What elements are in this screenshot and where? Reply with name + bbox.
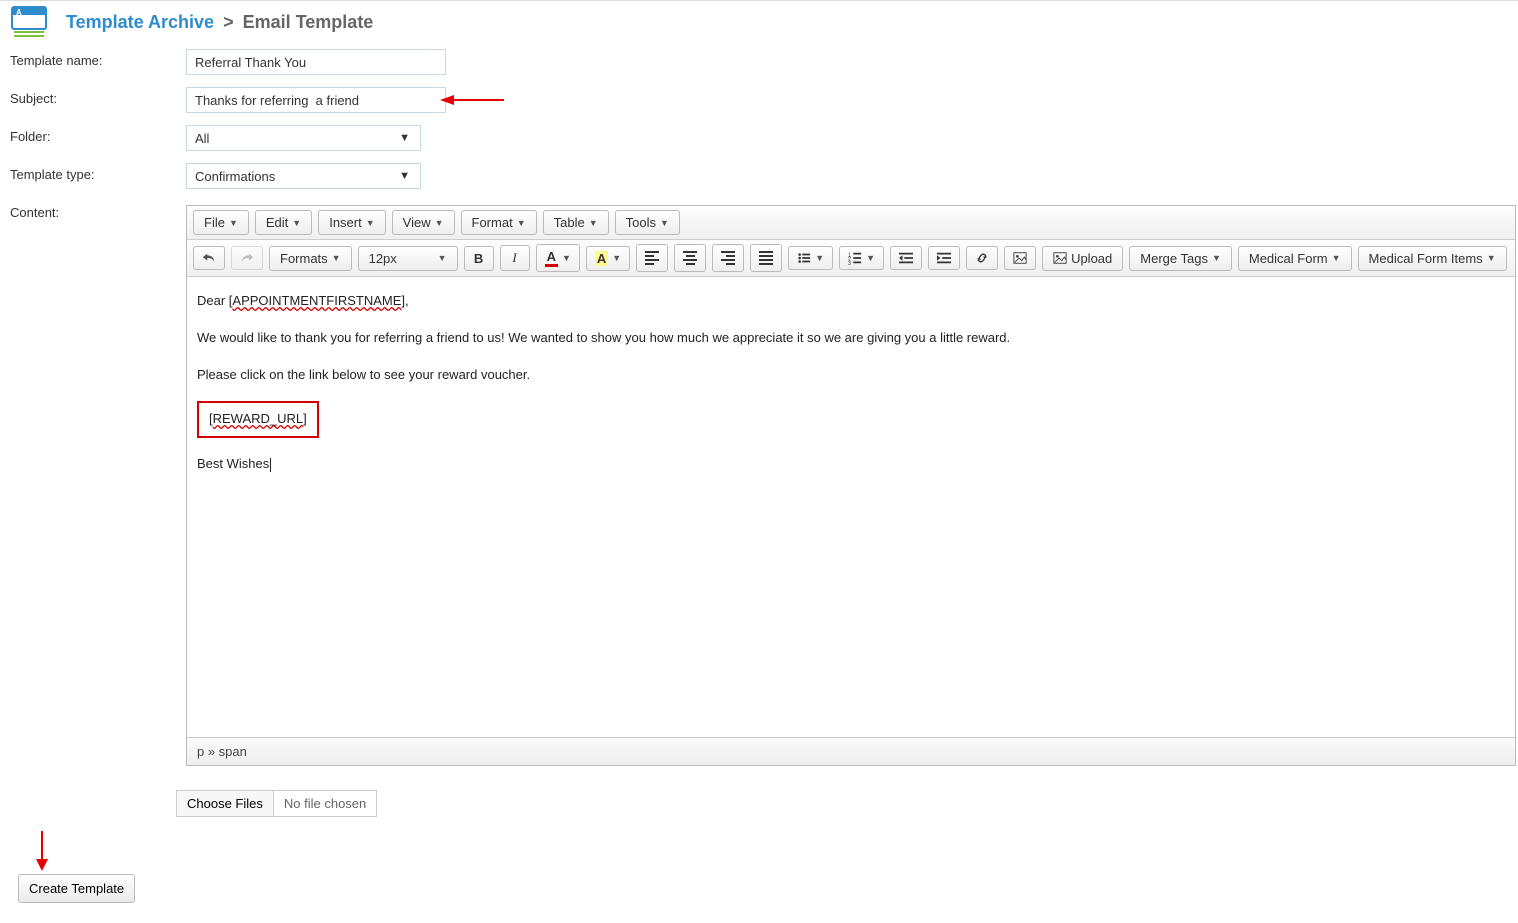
content-line2: Please click on the link below to see yo… <box>197 365 1505 386</box>
align-center-button[interactable] <box>674 244 706 272</box>
editor-statusbar: p » span <box>187 737 1515 765</box>
numbered-list-icon: 123 <box>848 251 862 265</box>
file-chooser: Choose Files No file chosen <box>176 790 377 817</box>
breadcrumb-root-link[interactable]: Template Archive <box>66 12 214 32</box>
label-folder: Folder: <box>10 123 180 161</box>
content-closing: Best Wishes <box>197 454 1505 475</box>
align-center-icon <box>683 249 697 267</box>
folder-select-value: All <box>195 131 209 146</box>
merge-tags-dropdown[interactable]: Merge Tags ▼ <box>1129 246 1232 271</box>
align-justify-button[interactable] <box>750 244 782 272</box>
align-right-button[interactable] <box>712 244 744 272</box>
numbered-list-button[interactable]: 123 ▼ <box>839 246 884 270</box>
outdent-icon <box>899 251 913 265</box>
bullet-list-button[interactable]: ▼ <box>788 246 833 270</box>
menu-format[interactable]: Format▼ <box>461 210 537 235</box>
breadcrumb-sep: > <box>223 12 234 32</box>
template-icon: A <box>10 5 48 39</box>
bullet-list-icon <box>797 251 811 265</box>
subject-input[interactable] <box>186 87 446 113</box>
label-subject: Subject: <box>10 85 180 123</box>
outdent-button[interactable] <box>890 246 922 270</box>
medical-form-items-dropdown[interactable]: Medical Form Items ▼ <box>1358 246 1507 271</box>
content-reward: [REWARD_URL] <box>197 401 1505 438</box>
align-left-icon <box>645 249 659 267</box>
background-color-button[interactable]: A ▼ <box>586 246 630 271</box>
breadcrumb-current: Email Template <box>243 12 374 32</box>
breadcrumb: Template Archive > Email Template <box>66 12 373 33</box>
italic-icon: I <box>512 250 516 266</box>
choose-files-button[interactable]: Choose Files <box>177 791 274 816</box>
editor-toolbar: Formats ▼ 12px ▼ B I A ▼ A ▼ ▼ <box>187 240 1515 277</box>
upload-button[interactable]: Upload <box>1042 246 1123 271</box>
link-button[interactable] <box>966 246 998 270</box>
svg-text:3: 3 <box>848 261 851 265</box>
template-type-select[interactable]: Confirmations ▼ <box>186 163 421 189</box>
indent-button[interactable] <box>928 246 960 270</box>
page-header: A Template Archive > Email Template <box>0 1 1518 47</box>
menu-file[interactable]: File▼ <box>193 210 249 235</box>
menu-tools[interactable]: Tools▼ <box>615 210 680 235</box>
menu-insert[interactable]: Insert▼ <box>318 210 385 235</box>
text-color-button[interactable]: A ▼ <box>536 244 580 272</box>
text-color-icon: A <box>545 249 558 267</box>
create-template-button[interactable]: Create Template <box>18 874 135 903</box>
svg-text:A: A <box>16 8 22 17</box>
template-name-input[interactable] <box>186 49 446 75</box>
label-template-name: Template name: <box>10 47 180 85</box>
indent-icon <box>937 251 951 265</box>
align-justify-icon <box>759 249 773 267</box>
bold-button[interactable]: B <box>464 246 494 271</box>
undo-button[interactable] <box>193 246 225 270</box>
formats-dropdown[interactable]: Formats ▼ <box>269 246 352 271</box>
editor-menubar: File▼ Edit▼ Insert▼ View▼ Format▼ Table▼… <box>187 206 1515 240</box>
rich-text-editor: File▼ Edit▼ Insert▼ View▼ Format▼ Table▼… <box>186 205 1516 766</box>
undo-icon <box>202 251 216 265</box>
annotation-arrow-subject <box>440 92 506 108</box>
annotation-arrow-create <box>32 831 52 871</box>
upload-icon <box>1053 251 1067 265</box>
menu-view[interactable]: View▼ <box>392 210 455 235</box>
medical-form-dropdown[interactable]: Medical Form ▼ <box>1238 246 1352 271</box>
content-greeting: Dear [APPOINTMENTFIRSTNAME], <box>197 291 1505 312</box>
label-template-type: Template type: <box>10 161 180 199</box>
redo-icon <box>240 251 254 265</box>
content-line1: We would like to thank you for referring… <box>197 328 1505 349</box>
folder-select[interactable]: All ▼ <box>186 125 421 151</box>
menu-table[interactable]: Table▼ <box>543 210 609 235</box>
template-type-select-value: Confirmations <box>195 169 275 184</box>
link-icon <box>975 251 989 265</box>
image-button[interactable] <box>1004 246 1036 270</box>
redo-button[interactable] <box>231 246 263 270</box>
chevron-down-icon: ▼ <box>399 132 410 144</box>
label-content: Content: <box>10 199 180 776</box>
chevron-down-icon: ▼ <box>399 170 410 182</box>
align-right-icon <box>721 249 735 267</box>
menu-edit[interactable]: Edit▼ <box>255 210 312 235</box>
align-left-button[interactable] <box>636 244 668 272</box>
bold-icon: B <box>474 251 483 266</box>
italic-button[interactable]: I <box>500 245 530 271</box>
file-status-text: No file chosen <box>274 791 376 816</box>
editor-content-area[interactable]: Dear [APPOINTMENTFIRSTNAME], We would li… <box>187 277 1515 737</box>
background-color-icon: A <box>595 251 608 266</box>
image-icon <box>1013 251 1027 265</box>
fontsize-dropdown[interactable]: 12px ▼ <box>358 246 458 271</box>
